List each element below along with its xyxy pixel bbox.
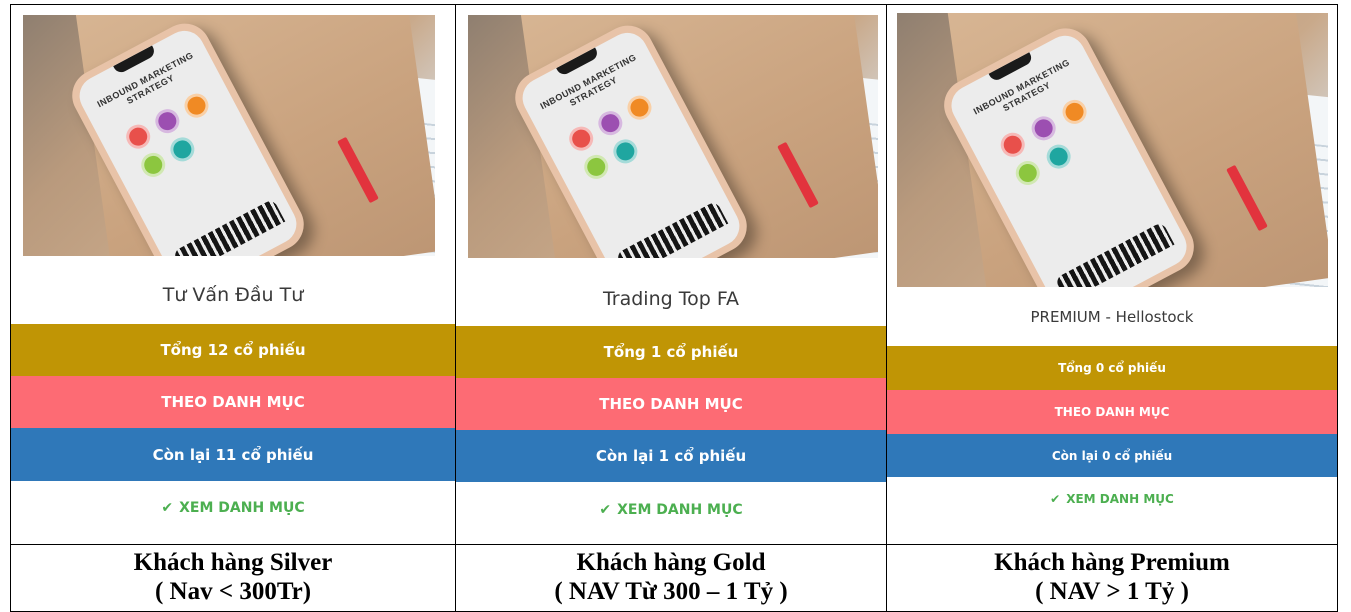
- view-category-link[interactable]: ✔ XEM DANH MỤC: [11, 495, 455, 521]
- check-icon: ✔: [599, 502, 612, 518]
- category-band: THEO DANH MỤC: [456, 378, 886, 430]
- app-icon: [996, 128, 1029, 162]
- table-cell-silver-card: INBOUND MARKETING STRATEGY Tư Vấn Đầu Tư…: [10, 4, 456, 545]
- tier-nav-range: ( NAV Từ 300 – 1 Tỷ ): [554, 578, 788, 605]
- package-title: PREMIUM - Hellostock: [1030, 308, 1194, 326]
- tier-name: Khách hàng Premium: [994, 549, 1230, 576]
- app-icon: [122, 120, 155, 153]
- remaining-stocks-band: Còn lại 1 cổ phiếu: [456, 430, 886, 482]
- app-icon: [137, 148, 170, 182]
- tier-caption-silver: Khách hàng Silver ( Nav < 300Tr): [11, 545, 455, 606]
- category-band: THEO DANH MỤC: [887, 390, 1337, 434]
- caption-row: Khách hàng Silver ( Nav < 300Tr) Khách h…: [10, 544, 1338, 612]
- table-cell-premium-caption: Khách hàng Premium ( NAV > 1 Tỷ ): [886, 544, 1338, 612]
- total-stocks-band: Tổng 12 cổ phiếu: [11, 324, 455, 376]
- app-icon: [1011, 156, 1044, 190]
- tier-caption-gold: Khách hàng Gold ( NAV Từ 300 – 1 Tỷ ): [456, 545, 886, 606]
- tier-nav-range: ( Nav < 300Tr): [154, 578, 312, 605]
- tier-nav-range: ( NAV > 1 Tỷ ): [1035, 578, 1189, 605]
- category-band: THEO DANH MỤC: [11, 376, 455, 428]
- view-category-label: XEM DANH MỤC: [617, 502, 743, 518]
- table-cell-gold-caption: Khách hàng Gold ( NAV Từ 300 – 1 Tỷ ): [455, 544, 887, 612]
- view-category-link[interactable]: ✔ XEM DANH MỤC: [887, 488, 1337, 510]
- app-icon: [1027, 112, 1060, 145]
- package-title: Trading Top FA: [602, 288, 740, 310]
- app-icon: [623, 91, 656, 124]
- tier-caption-premium: Khách hàng Premium ( NAV > 1 Tỷ ): [887, 545, 1337, 606]
- app-icon: [166, 133, 199, 166]
- table-cell-silver-caption: Khách hàng Silver ( Nav < 300Tr): [10, 544, 456, 612]
- total-stocks-band: Tổng 1 cổ phiếu: [456, 326, 886, 378]
- product-photo: INBOUND MARKETING STRATEGY: [23, 15, 435, 256]
- package-card-gold: INBOUND MARKETING STRATEGY Trading Top F…: [456, 5, 886, 544]
- view-category-link[interactable]: ✔ XEM DANH MỤC: [456, 497, 886, 523]
- remaining-stocks-band: Còn lại 11 cổ phiếu: [11, 428, 455, 481]
- app-icon: [151, 104, 184, 138]
- app-icon: [565, 122, 598, 155]
- audience-silhouette: [1054, 221, 1175, 287]
- card-row: INBOUND MARKETING STRATEGY Tư Vấn Đầu Tư…: [10, 4, 1338, 545]
- audience-silhouette: [172, 198, 286, 256]
- package-title: Tư Vấn Đầu Tư: [162, 284, 304, 306]
- remaining-stocks-band: Còn lại 0 cổ phiếu: [887, 434, 1337, 477]
- view-category-label: XEM DANH MỤC: [179, 500, 305, 516]
- total-stocks-band: Tổng 0 cổ phiếu: [887, 346, 1337, 390]
- view-category-label: XEM DANH MỤC: [1066, 492, 1174, 506]
- app-icon: [609, 135, 642, 168]
- product-photo: INBOUND MARKETING STRATEGY: [468, 15, 878, 258]
- app-icon: [594, 106, 627, 140]
- check-icon: ✔: [161, 500, 174, 516]
- app-icon: [180, 89, 213, 122]
- check-icon: ✔: [1050, 492, 1061, 506]
- product-photo: INBOUND MARKETING STRATEGY: [897, 13, 1328, 287]
- table-cell-gold-card: INBOUND MARKETING STRATEGY Trading Top F…: [455, 4, 887, 545]
- package-card-silver: INBOUND MARKETING STRATEGY Tư Vấn Đầu Tư…: [11, 5, 455, 544]
- package-card-premium: INBOUND MARKETING STRATEGY PREMIUM - Hel…: [887, 5, 1337, 544]
- package-comparison-table: INBOUND MARKETING STRATEGY Tư Vấn Đầu Tư…: [10, 4, 1338, 612]
- tier-name: Khách hàng Gold: [576, 549, 766, 576]
- app-icon: [1058, 95, 1091, 129]
- app-icon: [580, 150, 613, 184]
- audience-silhouette: [615, 200, 729, 258]
- tier-name: Khách hàng Silver: [133, 549, 333, 576]
- table-cell-premium-card: INBOUND MARKETING STRATEGY PREMIUM - Hel…: [886, 4, 1338, 545]
- app-icon: [1042, 140, 1075, 173]
